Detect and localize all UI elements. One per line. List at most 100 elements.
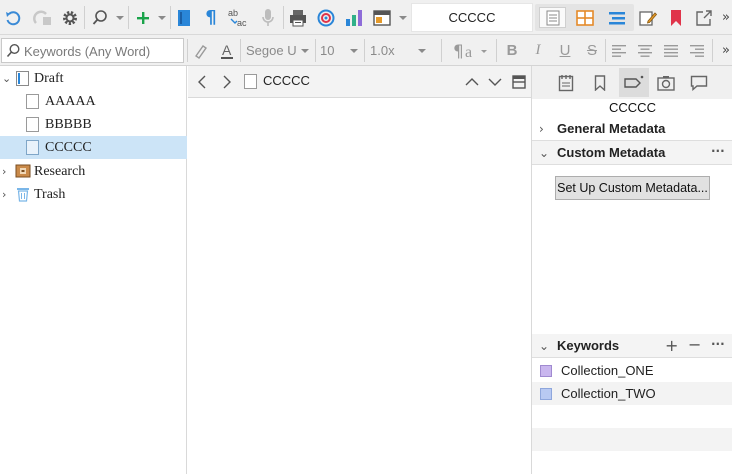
align-left-icon[interactable] bbox=[610, 35, 628, 66]
edit-icon[interactable] bbox=[637, 0, 659, 35]
toolbar-divider bbox=[240, 39, 241, 62]
bookmark-icon[interactable] bbox=[665, 0, 687, 35]
more-options-icon[interactable]: ··· bbox=[711, 337, 725, 351]
font-family-select[interactable]: Segoe U bbox=[246, 39, 312, 62]
chevron-down-icon[interactable]: ⌄ bbox=[2, 72, 11, 85]
align-justify-icon[interactable] bbox=[662, 35, 680, 66]
notes-icon[interactable] bbox=[551, 68, 581, 97]
chevron-right-icon[interactable]: › bbox=[539, 122, 544, 136]
toolbar-divider bbox=[283, 6, 284, 29]
toolbar-divider bbox=[315, 39, 316, 62]
binder-item-label: CCCCC bbox=[45, 139, 92, 155]
binder-item-bbbbb[interactable]: BBBBB bbox=[0, 113, 187, 136]
binder-item-draft[interactable]: ⌄ Draft bbox=[0, 67, 187, 90]
share-icon[interactable] bbox=[693, 0, 715, 35]
section-title: General Metadata bbox=[557, 121, 666, 136]
microphone-icon[interactable] bbox=[258, 0, 278, 35]
comments-icon[interactable] bbox=[684, 68, 714, 97]
binder-item-label: Draft bbox=[34, 70, 64, 86]
align-right-icon[interactable] bbox=[688, 35, 706, 66]
add-keyword-icon[interactable]: + bbox=[665, 336, 678, 355]
binder-item-research[interactable]: › Research bbox=[0, 160, 187, 183]
binder-item-trash[interactable]: › Trash bbox=[0, 183, 187, 206]
toolbar-divider bbox=[712, 39, 713, 62]
bold-button[interactable]: B bbox=[503, 35, 521, 66]
toolbar-divider bbox=[187, 39, 188, 62]
undo-icon[interactable] bbox=[2, 0, 24, 35]
general-metadata-section[interactable]: › General Metadata bbox=[532, 117, 732, 141]
font-size-select[interactable]: 10 bbox=[320, 39, 362, 62]
editor-title[interactable]: CCCCC bbox=[263, 73, 310, 88]
more-format-button[interactable]: » bbox=[719, 35, 732, 66]
custom-metadata-section[interactable]: ⌄ Custom Metadata ··· bbox=[532, 141, 732, 165]
chevron-left-icon[interactable] bbox=[193, 72, 211, 92]
svg-text:ab: ab bbox=[228, 8, 238, 18]
italic-button[interactable]: I bbox=[529, 35, 547, 66]
svg-text:ac: ac bbox=[237, 18, 247, 28]
layout-icon[interactable] bbox=[371, 0, 393, 35]
chevron-up-icon[interactable] bbox=[463, 72, 481, 92]
chevron-right-icon[interactable]: › bbox=[2, 188, 6, 201]
underline-button[interactable]: U bbox=[556, 35, 574, 66]
svg-text:A: A bbox=[222, 42, 232, 58]
trash-icon bbox=[17, 188, 29, 202]
search-field[interactable] bbox=[1, 38, 184, 63]
more-options-icon[interactable]: ··· bbox=[711, 144, 725, 158]
text-color-icon[interactable]: A bbox=[217, 35, 237, 66]
printer-icon[interactable] bbox=[287, 0, 309, 35]
format-bar: A Segoe U 10 1.0x ¶a B I U S » bbox=[0, 35, 732, 66]
align-center-icon[interactable] bbox=[636, 35, 654, 66]
remove-keyword-icon[interactable]: − bbox=[688, 335, 701, 354]
composition-icon[interactable] bbox=[174, 0, 194, 35]
scrivenings-icon[interactable] bbox=[539, 7, 566, 28]
redo-icon[interactable] bbox=[30, 0, 54, 35]
strikethrough-button[interactable]: S bbox=[583, 35, 601, 66]
binder-item-label: BBBBB bbox=[45, 116, 92, 132]
outline-icon[interactable] bbox=[603, 7, 630, 28]
binder-item-ccccc[interactable]: CCCCC bbox=[0, 136, 187, 159]
paragraph-icon[interactable]: ¶ bbox=[201, 0, 221, 35]
highlight-icon[interactable] bbox=[191, 35, 211, 66]
search-input[interactable] bbox=[24, 42, 179, 60]
document-icon bbox=[26, 94, 39, 109]
chevron-right-icon[interactable]: › bbox=[2, 165, 6, 178]
editor-header: CCCCC bbox=[188, 66, 531, 98]
toolbar-divider bbox=[170, 6, 171, 29]
keyword-color-swatch bbox=[540, 364, 552, 377]
corkboard-icon[interactable] bbox=[571, 7, 598, 28]
paragraph-style-icon[interactable]: ¶ a bbox=[450, 35, 490, 66]
split-editor-icon[interactable] bbox=[510, 72, 528, 92]
metadata-icon[interactable] bbox=[619, 68, 649, 97]
setup-custom-metadata-button[interactable]: Set Up Custom Metadata... bbox=[555, 176, 710, 200]
chevron-down-icon[interactable] bbox=[158, 16, 166, 20]
document-title-field[interactable]: CCCCC bbox=[411, 3, 533, 32]
svg-text:a: a bbox=[465, 44, 472, 61]
binder-item-aaaaa[interactable]: AAAAA bbox=[0, 90, 187, 113]
section-title: Custom Metadata bbox=[557, 145, 666, 160]
statistics-icon[interactable] bbox=[343, 0, 365, 35]
line-spacing-value: 1.0x bbox=[370, 43, 395, 58]
bookmarks-icon[interactable] bbox=[585, 68, 615, 97]
svg-text:¶: ¶ bbox=[453, 42, 464, 61]
search-icon[interactable] bbox=[88, 0, 112, 35]
chevron-down-icon[interactable] bbox=[399, 16, 407, 20]
snapshots-icon[interactable] bbox=[651, 68, 681, 97]
keywords-section[interactable]: ⌄ Keywords + − ··· bbox=[532, 334, 732, 358]
editor-text-area[interactable] bbox=[188, 99, 531, 474]
chevron-down-icon[interactable] bbox=[486, 72, 504, 92]
chevron-down-icon[interactable] bbox=[116, 16, 124, 20]
keyword-item[interactable]: Collection_ONE bbox=[532, 359, 732, 382]
toolbar-divider bbox=[605, 39, 606, 62]
line-spacing-select[interactable]: 1.0x bbox=[370, 39, 432, 62]
gear-icon[interactable] bbox=[59, 0, 81, 35]
keyword-item[interactable]: Collection_TWO bbox=[532, 382, 732, 405]
spelling-icon[interactable]: ab ac bbox=[226, 0, 252, 35]
chevron-right-icon[interactable] bbox=[218, 72, 236, 92]
research-folder-icon bbox=[15, 164, 31, 178]
chevron-down-icon[interactable]: ⌄ bbox=[539, 146, 549, 160]
more-toolbar-button[interactable]: » bbox=[719, 0, 732, 35]
inspector-tabs bbox=[532, 66, 732, 99]
add-icon[interactable] bbox=[133, 0, 153, 35]
target-icon[interactable] bbox=[315, 0, 337, 35]
chevron-down-icon[interactable]: ⌄ bbox=[539, 339, 549, 353]
